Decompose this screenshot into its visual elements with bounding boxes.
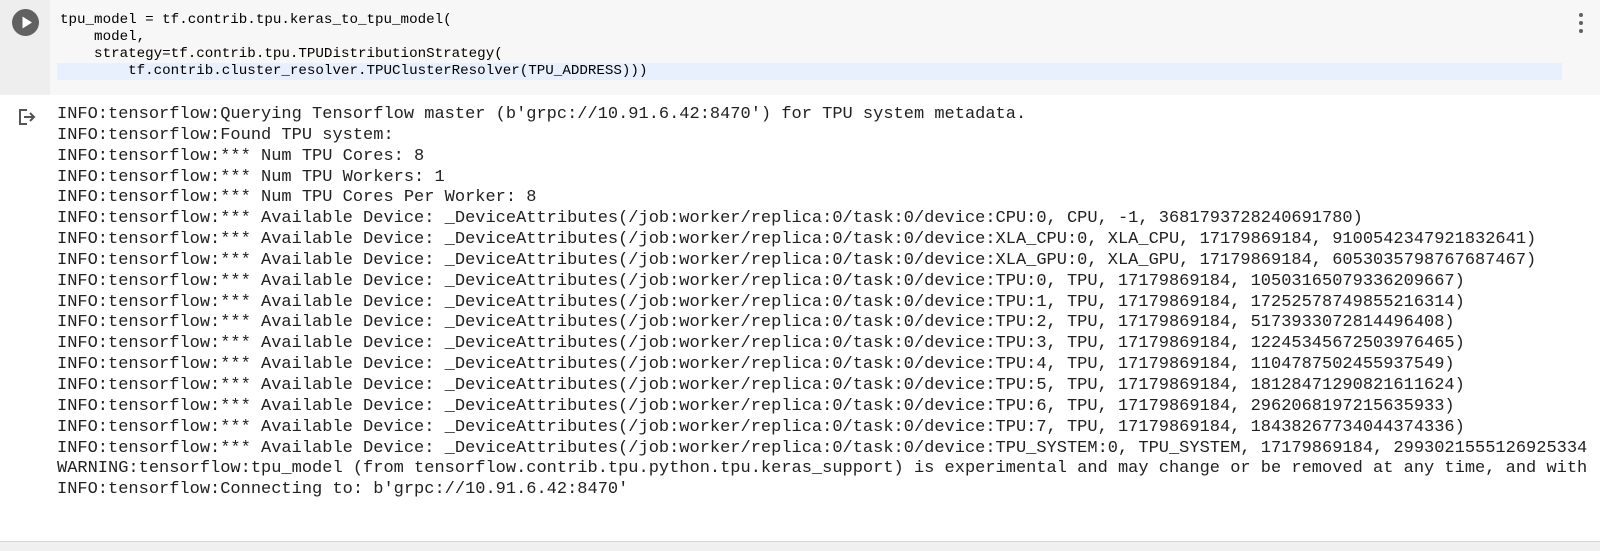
more-vert-icon-dot: [1579, 21, 1583, 25]
notebook-code-cell: tpu_model = tf.contrib.tpu.keras_to_tpu_…: [0, 0, 1600, 551]
output-line: INFO:tensorflow:Found TPU system:: [57, 125, 394, 145]
output-line: INFO:tensorflow:*** Num TPU Cores Per Wo…: [57, 188, 537, 208]
output-warning-line: WARNING:tensorflow:tpu_model (from tenso…: [57, 459, 1588, 479]
output-line: INFO:tensorflow:*** Available Device: _D…: [57, 396, 1455, 416]
output-line: INFO:tensorflow:*** Available Device: _D…: [57, 292, 1465, 312]
play-icon: [22, 16, 32, 29]
cell-bottom-border: [0, 541, 1600, 551]
more-vert-icon-dot: [1579, 29, 1583, 33]
output-line: INFO:tensorflow:*** Available Device: _D…: [57, 438, 1588, 458]
output-line: INFO:tensorflow:*** Available Device: _D…: [57, 209, 1363, 229]
output-line: INFO:tensorflow:Querying Tensorflow mast…: [57, 105, 1027, 124]
output-line: INFO:tensorflow:*** Available Device: _D…: [57, 313, 1455, 333]
output-line: INFO:tensorflow:*** Available Device: _D…: [57, 334, 1465, 354]
code-line: model,: [60, 29, 146, 45]
code-line-active: tf.contrib.cluster_resolver.TPUClusterRe…: [57, 63, 1562, 80]
run-cell-button[interactable]: [12, 9, 39, 36]
output-line: INFO:tensorflow:*** Num TPU Workers: 1: [57, 167, 445, 187]
code-editor[interactable]: tpu_model = tf.contrib.tpu.keras_to_tpu_…: [57, 12, 1562, 80]
output-line: INFO:tensorflow:*** Available Device: _D…: [57, 355, 1455, 375]
cell-gutter: [0, 0, 50, 95]
code-line: strategy=tf.contrib.tpu.TPUDistributionS…: [60, 46, 503, 62]
output-line: INFO:tensorflow:*** Available Device: _D…: [57, 375, 1465, 395]
output-line: INFO:tensorflow:Connecting to: b'grpc://…: [57, 480, 629, 500]
output-line: INFO:tensorflow:*** Available Device: _D…: [57, 271, 1465, 291]
output-line: INFO:tensorflow:*** Available Device: _D…: [57, 230, 1537, 250]
output-line: INFO:tensorflow:*** Available Device: _D…: [57, 417, 1465, 437]
output-line: INFO:tensorflow:*** Available Device: _D…: [57, 250, 1537, 270]
output-redirect-icon[interactable]: [16, 107, 38, 127]
cell-more-menu-button[interactable]: [1574, 9, 1588, 37]
cell-output-area: INFO:tensorflow:Querying Tensorflow mast…: [0, 95, 1600, 541]
output-text: INFO:tensorflow:Querying Tensorflow mast…: [57, 105, 1600, 501]
output-line: INFO:tensorflow:*** Num TPU Cores: 8: [57, 146, 425, 166]
code-input-area: tpu_model = tf.contrib.tpu.keras_to_tpu_…: [0, 0, 1600, 95]
code-line: tpu_model = tf.contrib.tpu.keras_to_tpu_…: [60, 12, 452, 28]
more-vert-icon-dot: [1579, 13, 1583, 17]
